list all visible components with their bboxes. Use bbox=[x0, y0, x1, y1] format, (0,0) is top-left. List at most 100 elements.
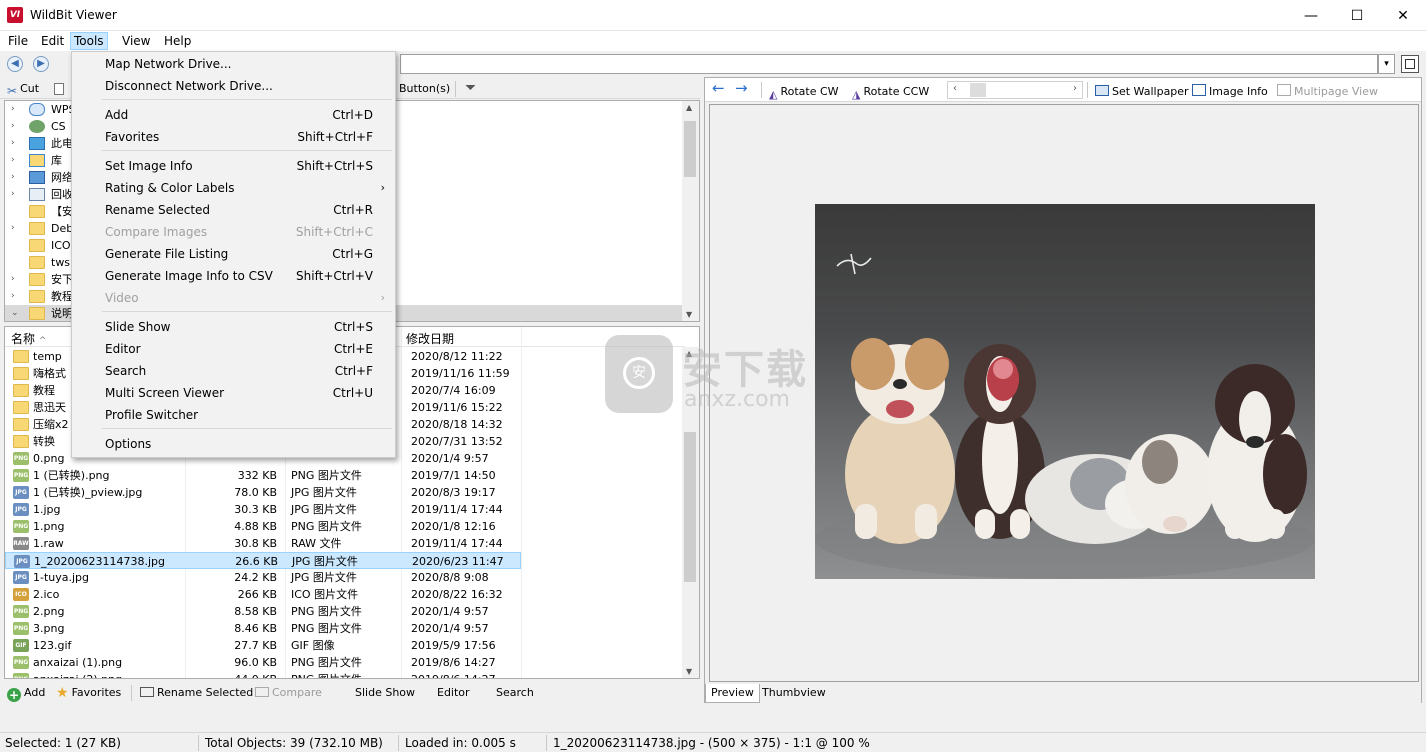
tab-preview[interactable]: Preview bbox=[705, 684, 760, 703]
filter-icon[interactable]: ⏷ bbox=[465, 80, 476, 97]
next-image-icon[interactable]: → bbox=[735, 80, 748, 97]
file-name: anxaizai (2).png bbox=[33, 671, 122, 678]
buttons-menu[interactable]: Button(s) bbox=[399, 80, 450, 97]
tree-scroll-thumb[interactable] bbox=[684, 121, 696, 177]
close-button[interactable]: ✕ bbox=[1380, 0, 1426, 31]
prev-image-icon[interactable]: ← bbox=[712, 80, 725, 97]
menu-help[interactable]: Help bbox=[161, 32, 194, 50]
copy-icon[interactable] bbox=[54, 80, 67, 97]
tab-thumbview[interactable]: Thumbview bbox=[757, 684, 831, 703]
maximize-button[interactable]: ☐ bbox=[1334, 0, 1380, 31]
chevron-right-icon[interactable]: › bbox=[11, 135, 21, 152]
file-name: 1.raw bbox=[33, 537, 64, 550]
menu-item-profile-switcher[interactable]: Profile Switcher bbox=[72, 404, 395, 426]
rename-selected-button[interactable]: Rename Selected bbox=[140, 684, 253, 701]
menu-item-multi-screen-viewer[interactable]: Multi Screen Viewer Ctrl+U bbox=[72, 382, 395, 404]
chevron-right-icon[interactable]: › bbox=[11, 220, 21, 237]
menu-item-favorites[interactable]: Favorites Shift+Ctrl+F bbox=[72, 126, 395, 148]
menu-item-add[interactable]: Add Ctrl+D bbox=[72, 104, 395, 126]
chevron-right-icon[interactable]: › bbox=[11, 152, 21, 169]
rotate-ccw-button[interactable]: ◮ Rotate CCW bbox=[852, 83, 929, 101]
compare-button[interactable]: Compare bbox=[255, 684, 322, 701]
file-size: 26.6 KB bbox=[235, 555, 278, 568]
forward-icon[interactable]: ▶ bbox=[33, 56, 49, 72]
file-row[interactable]: JPG 1_20200623114738.jpg 26.6 KB JPG 图片文件 20… bbox=[5, 552, 521, 569]
file-row[interactable]: PNG anxaizai (1).png 96.0 KB PNG 图片文件 2019/8… bbox=[5, 654, 521, 671]
menu-tools[interactable]: Tools bbox=[70, 32, 108, 50]
add-button[interactable]: + Add bbox=[7, 684, 45, 702]
set-wallpaper-button[interactable]: Set Wallpaper bbox=[1095, 83, 1189, 100]
menu-item-slide-show[interactable]: Slide Show Ctrl+S bbox=[72, 316, 395, 338]
menu-item-set-image-info[interactable]: Set Image Info Shift+Ctrl+S bbox=[72, 155, 395, 177]
chevron-right-icon[interactable]: › bbox=[11, 186, 21, 203]
address-dropdown-icon[interactable]: ▾ bbox=[1378, 54, 1395, 74]
file-row[interactable]: PNG anxaizai (2).png 44.0 KB PNG 图片文件 2019/8… bbox=[5, 671, 521, 678]
column-date[interactable]: 修改日期 bbox=[406, 330, 454, 347]
chevron-right-icon[interactable]: › bbox=[11, 169, 21, 186]
rotate-cw-button[interactable]: ◭ Rotate CW bbox=[769, 83, 839, 101]
multipage-view-button[interactable]: Multipage View bbox=[1277, 83, 1378, 100]
file-row[interactable]: GIF 123.gif 27.7 KB GIF 图像 2019/5/9 17:56 bbox=[5, 637, 521, 654]
watermark: 安 安下载 anxz.com bbox=[602, 333, 822, 423]
chevron-down-icon[interactable]: ⌄ bbox=[11, 305, 21, 321]
cut-button[interactable]: ✂ Cut bbox=[7, 80, 39, 98]
chevron-right-icon[interactable]: › bbox=[11, 271, 21, 288]
menu-item-label: Compare Images bbox=[105, 225, 208, 239]
search-button[interactable]: Search bbox=[496, 684, 534, 701]
chevron-right-icon[interactable]: › bbox=[11, 118, 21, 135]
back-icon[interactable]: ◀ bbox=[7, 56, 23, 72]
menu-item-compare-images[interactable]: Compare Images Shift+Ctrl+C bbox=[72, 221, 395, 243]
minimize-button[interactable]: — bbox=[1288, 0, 1334, 31]
menu-item-rename-selected[interactable]: Rename Selected Ctrl+R bbox=[72, 199, 395, 221]
menu-item-generate-image-info-to-csv[interactable]: Generate Image Info to CSV Shift+Ctrl+V bbox=[72, 265, 395, 287]
file-row[interactable]: PNG 2.png 8.58 KB PNG 图片文件 2020/1/4 9:57 bbox=[5, 603, 521, 620]
chevron-right-icon[interactable]: › bbox=[11, 101, 21, 118]
file-row[interactable]: JPG 1-tuya.jpg 24.2 KB JPG 图片文件 2020/8/8 9:0… bbox=[5, 569, 521, 586]
status-total: Total Objects: 39 (732.10 MB) bbox=[205, 736, 383, 750]
menu-item-shortcut: Ctrl+U bbox=[332, 386, 373, 400]
menu-item-generate-file-listing[interactable]: Generate File Listing Ctrl+G bbox=[72, 243, 395, 265]
file-date: 2020/8/12 11:22 bbox=[411, 350, 503, 363]
file-row[interactable]: JPG 1 (已转换)_pview.jpg 78.0 KB JPG 图片文件 2020/… bbox=[5, 484, 521, 501]
slideshow-button[interactable]: Slide Show bbox=[355, 684, 415, 701]
menu-edit[interactable]: Edit bbox=[38, 32, 67, 50]
filelist-scroll-thumb[interactable] bbox=[684, 432, 696, 582]
menu-item-search[interactable]: Search Ctrl+F bbox=[72, 360, 395, 382]
menu-item-rating-color-labels[interactable]: Rating & Color Labels › bbox=[72, 177, 395, 199]
column-name[interactable]: 名称 ^ bbox=[11, 330, 46, 347]
layout-icon[interactable] bbox=[1401, 55, 1419, 73]
file-row[interactable]: RAW 1.raw 30.8 KB RAW 文件 2019/11/4 17:44 bbox=[5, 535, 521, 552]
menu-item-disconnect-network-drive[interactable]: Disconnect Network Drive... bbox=[72, 75, 395, 97]
file-name: 嗨格式 bbox=[33, 367, 66, 380]
file-name: 1.png bbox=[33, 520, 65, 533]
menu-item-video[interactable]: Video › bbox=[72, 287, 395, 309]
jpg-file-icon: JPG bbox=[13, 503, 29, 516]
file-row[interactable]: PNG 3.png 8.46 KB PNG 图片文件 2020/1/4 9:57 bbox=[5, 620, 521, 637]
menu-item-options[interactable]: Options bbox=[72, 433, 395, 455]
editor-button[interactable]: Editor bbox=[437, 684, 470, 701]
menu-item-map-network-drive[interactable]: Map Network Drive... bbox=[72, 53, 395, 75]
menu-item-shortcut: Shift+Ctrl+F bbox=[297, 130, 373, 144]
zoom-slider-thumb[interactable] bbox=[970, 83, 986, 97]
chevron-right-icon[interactable]: › bbox=[11, 288, 21, 305]
address-input[interactable] bbox=[400, 54, 1378, 74]
file-row[interactable]: PNG 1 (已转换).png 332 KB PNG 图片文件 2019/7/1 14:… bbox=[5, 467, 521, 484]
menu-item-editor[interactable]: Editor Ctrl+E bbox=[72, 338, 395, 360]
zoom-slider[interactable]: ‹ › bbox=[947, 81, 1083, 99]
png-file-icon: PNG bbox=[13, 605, 29, 618]
window-title: WildBit Viewer bbox=[30, 8, 117, 22]
favorites-button[interactable]: ★ Favorites bbox=[56, 684, 121, 701]
file-row[interactable]: JPG 1.jpg 30.3 KB JPG 图片文件 2019/11/4 17:44 bbox=[5, 501, 521, 518]
menu-file[interactable]: File bbox=[5, 32, 31, 50]
file-date: 2020/8/22 16:32 bbox=[411, 588, 503, 601]
lib-icon bbox=[29, 154, 45, 167]
menu-item-shortcut: Shift+Ctrl+S bbox=[296, 159, 373, 173]
file-row[interactable]: PNG 1.png 4.88 KB PNG 图片文件 2020/1/8 12:16 bbox=[5, 518, 521, 535]
status-loaded: Loaded in: 0.005 s bbox=[405, 736, 516, 750]
info-icon bbox=[1192, 84, 1206, 96]
menu-view[interactable]: View bbox=[119, 32, 153, 50]
tree-scrollbar[interactable]: ▲ ▼ bbox=[682, 101, 699, 321]
file-row[interactable]: ICO 2.ico 266 KB ICO 图片文件 2020/8/22 16:32 bbox=[5, 586, 521, 603]
image-info-button[interactable]: Image Info bbox=[1192, 83, 1268, 100]
tree-item-label: 安下 bbox=[51, 273, 73, 286]
